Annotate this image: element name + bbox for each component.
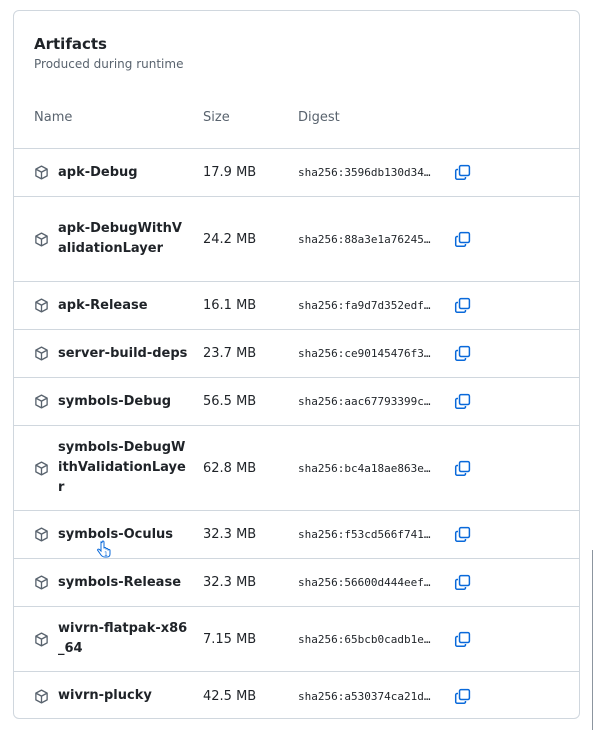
table-row: server-build-deps 23.7 MB sha256:ce9014547… bbox=[14, 330, 579, 378]
package-icon bbox=[34, 165, 49, 180]
artifact-size: 42.5 MB bbox=[203, 688, 257, 704]
artifact-name-link[interactable]: symbols-Oculus bbox=[58, 525, 173, 545]
copy-icon[interactable] bbox=[454, 231, 471, 248]
copy-icon[interactable] bbox=[454, 393, 471, 410]
artifact-digest: sha256:f53cd566f741… bbox=[298, 528, 431, 541]
artifact-digest: sha256:3596db130d34… bbox=[298, 166, 431, 179]
copy-icon[interactable] bbox=[454, 345, 471, 362]
table-row: apk-DebugWithValidationLayer 24.2 MB sha25… bbox=[14, 197, 579, 282]
artifact-size: 17.9 MB bbox=[203, 165, 257, 180]
table-header: Name Size Digest bbox=[14, 98, 579, 149]
column-header-name: Name bbox=[34, 110, 73, 125]
table-row: apk-Release 16.1 MB sha256:fa9d7d352edf… bbox=[14, 282, 579, 330]
copy-icon[interactable] bbox=[454, 688, 471, 705]
table-row: wivrn-plucky 42.5 MB sha256:a530374ca21d… bbox=[14, 672, 579, 718]
package-icon bbox=[34, 460, 49, 476]
package-icon bbox=[34, 231, 49, 247]
column-header-size: Size bbox=[203, 110, 230, 125]
panel-subtitle: Produced during runtime bbox=[34, 57, 184, 71]
artifact-digest: sha256:65bcb0cadb1e… bbox=[298, 632, 431, 646]
artifact-name-link[interactable]: symbols-Release bbox=[58, 573, 181, 593]
artifact-size: 56.5 MB bbox=[203, 394, 257, 409]
scrollbar[interactable] bbox=[592, 550, 593, 730]
artifact-name-link[interactable]: apk-Debug bbox=[58, 163, 138, 183]
artifact-digest: sha256:a530374ca21d… bbox=[298, 689, 431, 703]
artifact-name-link[interactable]: server-build-deps bbox=[58, 344, 187, 364]
artifact-size: 16.1 MB bbox=[203, 298, 257, 313]
artifact-name-link[interactable]: apk-DebugWithValidationLayer bbox=[58, 219, 188, 259]
copy-icon[interactable] bbox=[454, 574, 471, 591]
artifact-size: 7.15 MB bbox=[203, 631, 257, 647]
artifact-digest: sha256:56600d444eef… bbox=[298, 576, 431, 589]
artifact-name-link[interactable]: symbols-Debug bbox=[58, 392, 171, 412]
package-icon bbox=[34, 394, 49, 409]
artifact-digest: sha256:88a3e1a76245… bbox=[298, 232, 431, 246]
table-row: symbols-DebugWithValidationLayer 62.8 MB s… bbox=[14, 426, 579, 511]
svg-text:1: 1 bbox=[104, 551, 108, 558]
column-header-digest: Digest bbox=[298, 110, 340, 125]
pointer-cursor-icon: 1 bbox=[96, 540, 111, 558]
package-icon bbox=[34, 527, 49, 542]
artifact-digest: sha256:ce90145476f3… bbox=[298, 347, 431, 360]
artifact-size: 32.3 MB bbox=[203, 575, 257, 590]
artifact-name-link[interactable]: symbols-DebugWithValidationLayer bbox=[58, 438, 188, 498]
copy-icon[interactable] bbox=[454, 297, 471, 314]
package-icon bbox=[34, 631, 49, 647]
panel-title: Artifacts bbox=[34, 35, 107, 53]
table-row: wivrn-flatpak-x86_64 7.15 MB sha256:65bcb0… bbox=[14, 607, 579, 672]
package-icon bbox=[34, 346, 49, 361]
copy-icon[interactable] bbox=[454, 164, 471, 181]
artifact-name-link[interactable]: apk-Release bbox=[58, 296, 148, 316]
table-row: symbols-Debug 56.5 MB sha256:aac67793399c… bbox=[14, 378, 579, 426]
package-icon bbox=[34, 688, 49, 704]
package-icon bbox=[34, 298, 49, 313]
artifact-size: 32.3 MB bbox=[203, 527, 257, 542]
artifact-digest: sha256:fa9d7d352edf… bbox=[298, 299, 431, 312]
artifact-size: 24.2 MB bbox=[203, 231, 257, 247]
artifact-size: 62.8 MB bbox=[203, 460, 257, 476]
copy-icon[interactable] bbox=[454, 631, 471, 648]
package-icon bbox=[34, 575, 49, 590]
artifact-digest: sha256:bc4a18ae863e… bbox=[298, 461, 431, 475]
artifacts-panel: Artifacts Produced during runtime Name S… bbox=[13, 10, 580, 719]
copy-icon[interactable] bbox=[454, 460, 471, 477]
artifact-digest: sha256:aac67793399c… bbox=[298, 395, 431, 408]
copy-icon[interactable] bbox=[454, 526, 471, 543]
artifact-name-link[interactable]: wivrn-plucky bbox=[58, 686, 152, 706]
table-row: apk-Debug 17.9 MB sha256:3596db130d34… bbox=[14, 149, 579, 197]
artifact-name-link[interactable]: wivrn-flatpak-x86_64 bbox=[58, 619, 188, 659]
table-row: symbols-Release 32.3 MB sha256:56600d444ee… bbox=[14, 559, 579, 607]
artifact-size: 23.7 MB bbox=[203, 346, 257, 361]
